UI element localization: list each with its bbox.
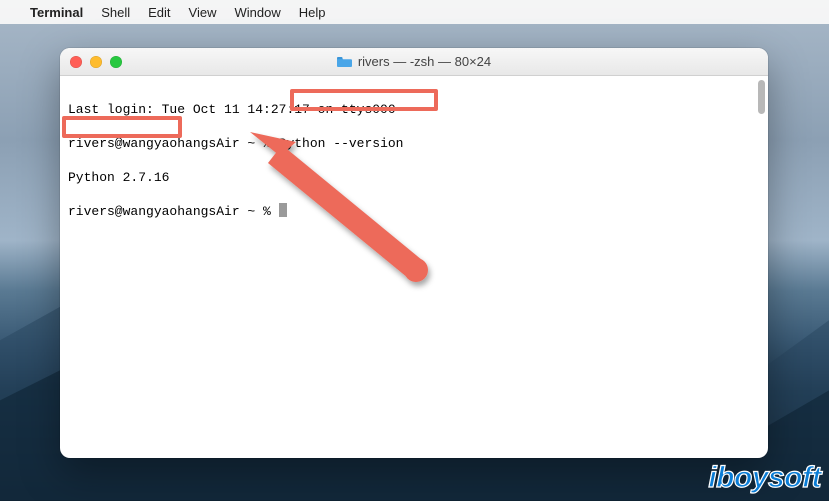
- terminal-content[interactable]: Last login: Tue Oct 11 14:27:17 on ttys0…: [60, 76, 768, 458]
- watermark: iBoysoft: [708, 461, 821, 495]
- window-title: rivers — -zsh — 80×24: [60, 54, 768, 69]
- window-titlebar[interactable]: rivers — -zsh — 80×24: [60, 48, 768, 76]
- window-title-text: rivers — -zsh — 80×24: [358, 54, 491, 69]
- menu-view[interactable]: View: [189, 5, 217, 20]
- menu-help[interactable]: Help: [299, 5, 326, 20]
- minimize-button[interactable]: [90, 56, 102, 68]
- prompt-line: rivers@wangyaohangsAir ~ %: [68, 203, 760, 220]
- maximize-button[interactable]: [110, 56, 122, 68]
- macos-menu-bar: Terminal Shell Edit View Window Help: [0, 0, 829, 24]
- terminal-cursor: [279, 203, 287, 217]
- menu-edit[interactable]: Edit: [148, 5, 170, 20]
- last-login-line: Last login: Tue Oct 11 14:27:17 on ttys0…: [68, 101, 760, 118]
- typed-command: Python --version: [279, 136, 404, 151]
- window-controls: [70, 56, 122, 68]
- menu-window[interactable]: Window: [235, 5, 281, 20]
- folder-icon: [337, 56, 352, 68]
- terminal-window: rivers — -zsh — 80×24 Last login: Tue Oc…: [60, 48, 768, 458]
- scrollbar-thumb[interactable]: [758, 80, 765, 114]
- close-button[interactable]: [70, 56, 82, 68]
- output-line: Python 2.7.16: [68, 169, 760, 186]
- menu-shell[interactable]: Shell: [101, 5, 130, 20]
- command-line: rivers@wangyaohangsAir ~ % Python --vers…: [68, 135, 760, 152]
- app-menu[interactable]: Terminal: [30, 5, 83, 20]
